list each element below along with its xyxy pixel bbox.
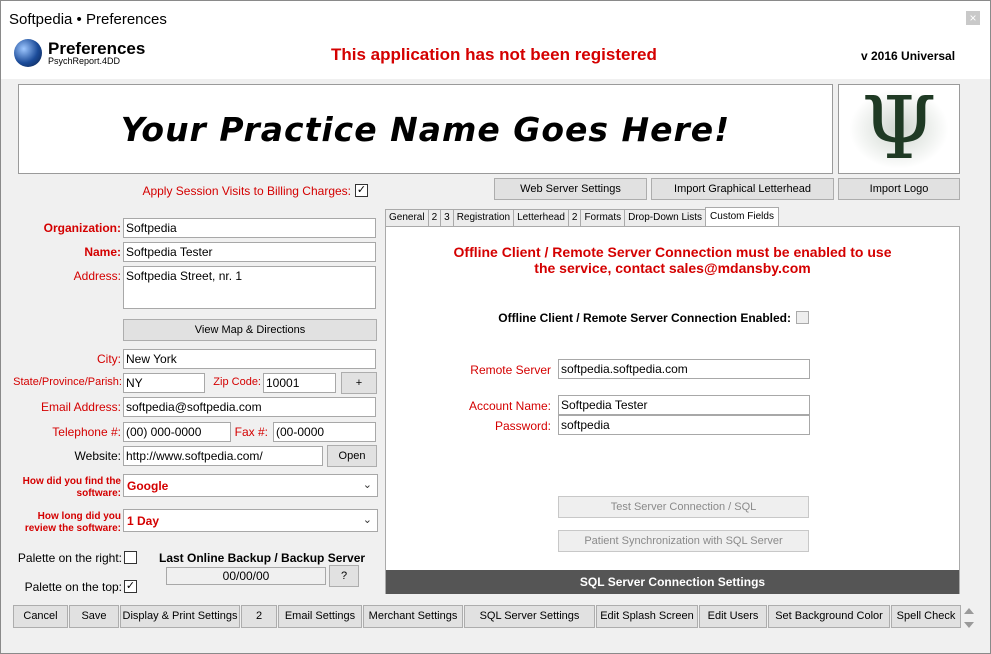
- preferences-window: Softpedia • Preferences × Preferences Ps…: [0, 0, 991, 654]
- address-field[interactable]: Softpedia Street, nr. 1: [123, 266, 376, 309]
- view-map-button[interactable]: View Map & Directions: [123, 319, 377, 341]
- merchant-settings-button[interactable]: Merchant Settings: [363, 605, 463, 628]
- practice-logo: Ψ: [838, 84, 960, 174]
- cancel-button[interactable]: Cancel: [13, 605, 68, 628]
- organization-label: Organization:: [43, 221, 121, 235]
- sql-server-settings-button[interactable]: SQL Server Settings: [464, 605, 595, 628]
- practice-name: Your Practice Name Goes Here!: [120, 109, 731, 149]
- header: Preferences PsychReport.4DD This applica…: [1, 34, 990, 79]
- chevron-down-icon: ⌄: [362, 479, 372, 491]
- registration-warning: This application has not been registered: [331, 45, 657, 64]
- email-field[interactable]: softpedia@softpedia.com: [123, 397, 376, 417]
- zip-label: Zip Code:: [213, 376, 261, 388]
- tab-custom-fields[interactable]: Custom Fields: [705, 207, 779, 226]
- palette-right-label: Palette on the right:: [17, 551, 122, 565]
- web-server-settings-button[interactable]: Web Server Settings: [494, 178, 647, 200]
- add-zip-button[interactable]: +: [341, 372, 377, 394]
- edit-users-button[interactable]: Edit Users: [699, 605, 767, 628]
- backup-date-field: 00/00/00: [166, 567, 326, 585]
- review-time-select[interactable]: 1 Day ⌄: [123, 509, 378, 532]
- tab-formats[interactable]: Formats: [580, 209, 626, 227]
- display-print-2-button[interactable]: 2: [241, 605, 277, 628]
- version-label: v 2016 Universal: [861, 49, 956, 63]
- tab-3[interactable]: 3: [440, 209, 454, 227]
- spell-check-button[interactable]: Spell Check: [891, 605, 961, 628]
- telephone-field[interactable]: (00) 000-0000: [123, 422, 231, 442]
- display-print-settings-button[interactable]: Display & Print Settings: [120, 605, 240, 628]
- remote-server-label: Remote Server: [470, 363, 551, 377]
- review-time-label: How long did you review the software:: [24, 511, 121, 534]
- sql-connection-settings-header: SQL Server Connection Settings: [386, 570, 959, 594]
- test-server-connection-button[interactable]: Test Server Connection / SQL: [558, 496, 809, 518]
- offline-enabled-checkbox[interactable]: [796, 311, 809, 324]
- name-label: Name:: [84, 245, 121, 259]
- letterhead-banner: Your Practice Name Goes Here!: [18, 84, 833, 174]
- import-logo-button[interactable]: Import Logo: [838, 178, 960, 200]
- globe-icon: [14, 39, 42, 67]
- tab-general[interactable]: General: [385, 209, 429, 227]
- palette-top-checkbox[interactable]: ✓: [124, 580, 137, 593]
- open-website-button[interactable]: Open: [327, 445, 377, 467]
- tab-letterhead[interactable]: Letterhead: [513, 209, 569, 227]
- import-letterhead-button[interactable]: Import Graphical Letterhead: [651, 178, 834, 200]
- telephone-label: Telephone #:: [52, 425, 121, 439]
- website-field[interactable]: http://www.softpedia.com/: [123, 446, 323, 466]
- tab-2[interactable]: 2: [427, 209, 442, 227]
- tab-registration[interactable]: Registration: [452, 209, 515, 227]
- state-field[interactable]: NY: [123, 373, 205, 393]
- title-bar: Softpedia • Preferences ×: [1, 1, 990, 34]
- website-label: Website:: [74, 449, 121, 463]
- palette-right-checkbox[interactable]: [124, 551, 137, 564]
- fax-field[interactable]: (00-0000: [273, 422, 376, 442]
- set-background-color-button[interactable]: Set Background Color: [768, 605, 890, 628]
- password-field[interactable]: softpedia: [558, 415, 810, 435]
- palette-top-label: Palette on the top:: [24, 580, 122, 594]
- fax-label: Fax #:: [234, 425, 268, 439]
- password-label: Password:: [494, 419, 551, 433]
- connection-warning: Offline Client / Remote Server Connectio…: [453, 244, 892, 276]
- tab-letterhead-2[interactable]: 2: [567, 209, 582, 227]
- city-label: City:: [97, 352, 121, 366]
- email-settings-button[interactable]: Email Settings: [278, 605, 362, 628]
- state-label: State/Province/Parish:: [13, 376, 122, 388]
- account-name-field[interactable]: Softpedia Tester: [558, 395, 810, 415]
- found-software-select[interactable]: Google ⌄: [123, 474, 378, 497]
- offline-enabled-label: Offline Client / Remote Server Connectio…: [498, 311, 791, 325]
- patient-sync-button[interactable]: Patient Synchronization with SQL Server: [558, 530, 809, 552]
- chevron-down-icon: ⌄: [362, 514, 372, 526]
- apply-session-checkbox[interactable]: ✓: [355, 184, 368, 197]
- city-field[interactable]: New York: [123, 349, 376, 369]
- backup-help-button[interactable]: ?: [329, 565, 359, 587]
- apply-session-label: Apply Session Visits to Billing Charges:: [142, 184, 351, 198]
- account-name-label: Account Name:: [468, 399, 551, 413]
- name-field[interactable]: Softpedia Tester: [123, 242, 376, 262]
- tab-drop-down-lists[interactable]: Drop-Down Lists: [624, 209, 707, 227]
- close-icon[interactable]: ×: [966, 11, 980, 25]
- window-title: Softpedia • Preferences: [9, 11, 167, 28]
- save-button[interactable]: Save: [69, 605, 119, 628]
- scroll-arrows-icon[interactable]: [962, 605, 976, 631]
- organization-field[interactable]: Softpedia: [123, 218, 376, 238]
- psi-logo-icon: Ψ: [861, 84, 937, 174]
- backup-label: Last Online Backup / Backup Server: [159, 551, 366, 565]
- preferences-tabs: General 2 3 Registration Letterhead 2 Fo…: [385, 207, 779, 227]
- zip-field[interactable]: 10001: [263, 373, 336, 393]
- edit-splash-screen-button[interactable]: Edit Splash Screen: [596, 605, 698, 628]
- found-software-label: How did you find the software:: [22, 476, 121, 499]
- email-label: Email Address:: [40, 400, 121, 414]
- custom-fields-panel: Offline Client / Remote Server Connectio…: [385, 226, 960, 594]
- address-label: Address:: [73, 269, 121, 283]
- database-name: PsychReport.4DD: [48, 56, 121, 66]
- remote-server-field[interactable]: softpedia.softpedia.com: [558, 359, 810, 379]
